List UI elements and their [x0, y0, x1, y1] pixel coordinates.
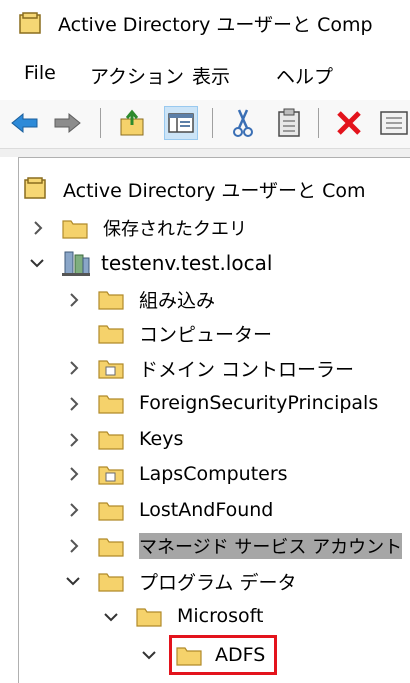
delete-button[interactable]: [332, 106, 366, 140]
tree-item-label: プログラム データ: [139, 571, 297, 594]
cut-icon: [233, 109, 253, 137]
menu-action[interactable]: アクション: [90, 62, 184, 89]
up-level-button[interactable]: [116, 106, 150, 140]
tree-item-label: 組み込み: [139, 289, 216, 312]
ou-folder-icon: [98, 466, 124, 485]
folder-icon: [98, 291, 124, 310]
tree-item-label: LostAndFound: [139, 499, 274, 521]
tree-item-label: Microsoft: [177, 605, 264, 627]
chevron-right-icon[interactable]: [67, 360, 81, 376]
tree-item-managed-service-accounts[interactable]: マネージド サービス アカウント: [97, 529, 403, 563]
tree-item-domain[interactable]: testenv.test.local: [61, 246, 272, 280]
chevron-down-icon[interactable]: [141, 648, 157, 662]
tree-item-domain-controllers[interactable]: ドメイン コントローラー: [97, 351, 354, 385]
tree-item-label: LapsComputers: [139, 463, 288, 485]
show-hide-tree-button[interactable]: [164, 106, 198, 140]
console-tree: Active Directory ユーザーと Com 保存されたクエリ test…: [18, 157, 410, 683]
folder-icon: [98, 502, 124, 521]
chevron-right-icon[interactable]: [67, 502, 81, 518]
tree-item-foreign-security-principals[interactable]: ForeignSecurityPrincipals: [97, 386, 378, 420]
tree-root-label: Active Directory ユーザーと Com: [63, 179, 366, 202]
chevron-down-icon[interactable]: [65, 574, 81, 588]
up-folder-icon: [120, 109, 144, 136]
tree-item-program-data[interactable]: プログラム データ: [97, 564, 296, 598]
back-button[interactable]: [8, 106, 42, 140]
window-title: Active Directory ユーザーと Comp: [58, 14, 373, 36]
folder-icon: [98, 325, 124, 344]
menu-file[interactable]: File: [24, 62, 56, 84]
chevron-right-icon[interactable]: [67, 396, 81, 412]
toolbar: [0, 100, 410, 149]
properties-icon: [380, 111, 408, 135]
paste-button[interactable]: [272, 106, 306, 140]
tree-item-label: 保存されたクエリ: [103, 219, 247, 240]
pane-divider: [0, 149, 410, 157]
highlight-box: [169, 635, 277, 675]
tree-item-label: testenv.test.local: [101, 251, 273, 275]
menu-view[interactable]: 表示: [192, 62, 230, 89]
paste-icon: [278, 108, 300, 137]
chevron-right-icon[interactable]: [31, 220, 45, 236]
tree-item-microsoft[interactable]: Microsoft: [135, 599, 263, 633]
chevron-down-icon[interactable]: [103, 610, 119, 624]
toolbar-separator: [100, 108, 101, 138]
domain-icon: [62, 251, 90, 276]
back-icon: [11, 112, 38, 134]
tree-item-laps-computers[interactable]: LapsComputers: [97, 457, 288, 491]
tree-item-label: コンピューター: [139, 323, 273, 346]
delete-icon: [337, 111, 361, 135]
show-tree-icon: [168, 113, 194, 133]
tree-item-lost-and-found[interactable]: LostAndFound: [97, 493, 273, 527]
chevron-right-icon[interactable]: [67, 538, 81, 554]
folder-icon: [98, 431, 124, 450]
forward-icon: [54, 112, 81, 134]
ad-users-app-icon: [18, 11, 44, 41]
menu-help[interactable]: ヘルプ: [276, 62, 333, 89]
tree-item-keys[interactable]: Keys: [97, 422, 183, 456]
toolbar-separator: [318, 108, 319, 138]
tree-item-label: ForeignSecurityPrincipals: [139, 392, 379, 414]
chevron-down-icon[interactable]: [29, 256, 45, 270]
folder-icon: [98, 395, 124, 414]
tree-item-label: ドメイン コントローラー: [139, 358, 355, 381]
folder-icon: [98, 573, 124, 592]
properties-button[interactable]: [376, 106, 410, 140]
ad-root-icon: [24, 177, 46, 199]
tree-item-builtin[interactable]: 組み込み: [97, 282, 215, 316]
chevron-right-icon[interactable]: [67, 292, 81, 308]
folder-icon: [136, 608, 162, 627]
forward-button[interactable]: [50, 106, 84, 140]
tree-item-saved-queries[interactable]: 保存されたクエリ: [61, 211, 247, 245]
tree-item-label: マネージド サービス アカウント: [139, 533, 403, 559]
chevron-right-icon[interactable]: [67, 466, 81, 482]
tree-item-computers[interactable]: コンピューター: [97, 316, 272, 350]
folder-icon: [62, 220, 88, 239]
menu-bar: File アクション 表示 ヘルプ: [0, 52, 410, 96]
ou-folder-icon: [98, 360, 124, 379]
tree-root[interactable]: Active Directory ユーザーと Com: [23, 172, 365, 206]
title-bar: Active Directory ユーザーと Comp: [0, 0, 410, 50]
toolbar-separator: [212, 108, 213, 138]
folder-icon: [98, 538, 124, 557]
cut-button[interactable]: [226, 106, 260, 140]
tree-item-label: Keys: [139, 428, 184, 450]
chevron-right-icon[interactable]: [67, 432, 81, 448]
